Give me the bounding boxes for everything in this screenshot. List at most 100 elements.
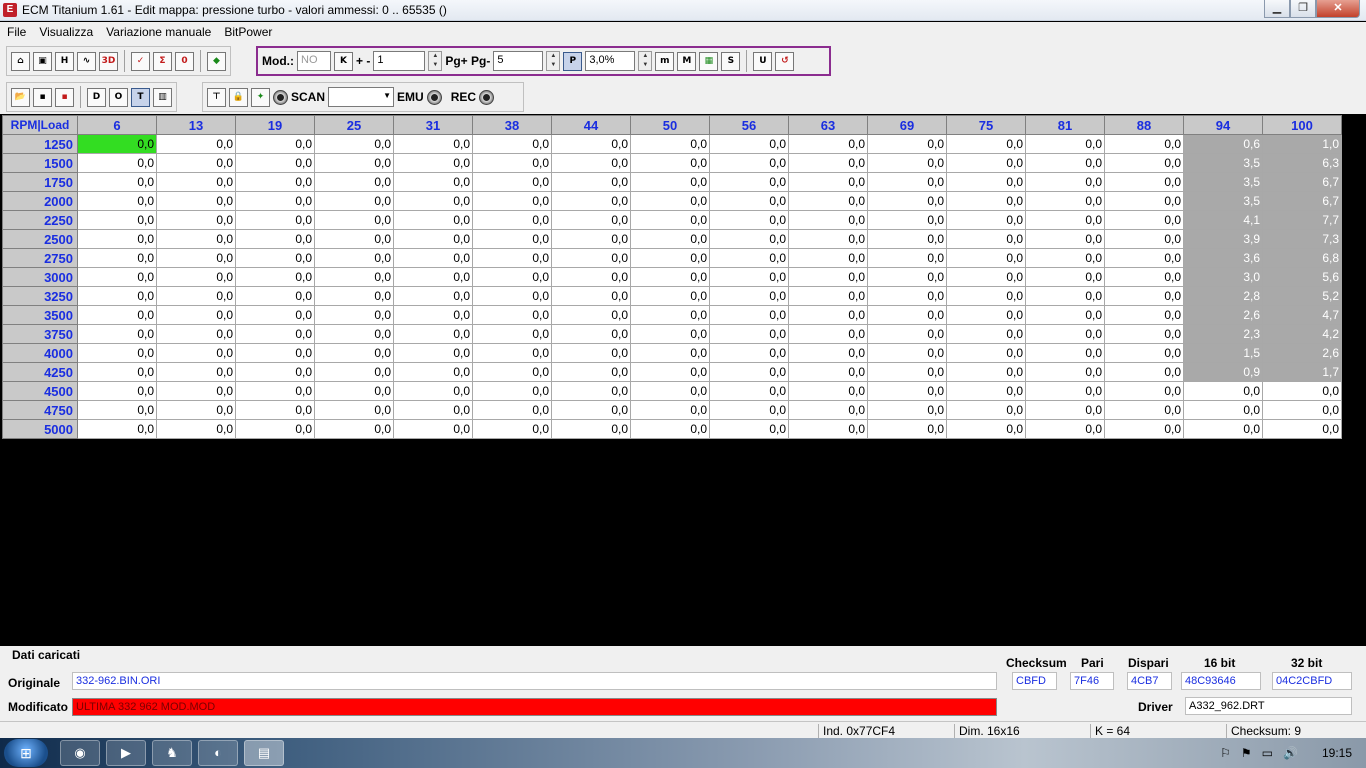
table-cell[interactable]: 0,0 xyxy=(1183,400,1263,420)
table-cell[interactable]: 0,0 xyxy=(393,229,473,249)
table-cell[interactable]: 0,0 xyxy=(393,172,473,192)
row-header[interactable]: 1500 xyxy=(2,153,78,173)
table-cell[interactable]: 0,0 xyxy=(551,400,631,420)
emu-radio[interactable] xyxy=(426,89,442,105)
table-cell[interactable]: 0,0 xyxy=(156,248,236,268)
table-cell[interactable]: 0,0 xyxy=(867,134,947,154)
table-cell[interactable]: 0,0 xyxy=(1104,400,1184,420)
table-cell[interactable]: 0,0 xyxy=(235,267,315,287)
table-cell[interactable]: 0,0 xyxy=(788,343,868,363)
table-cell[interactable]: 0,0 xyxy=(1025,210,1105,230)
table-cell[interactable]: 0,0 xyxy=(1025,134,1105,154)
percent-toggle-icon[interactable]: P xyxy=(563,51,583,71)
table-cell[interactable]: 0,0 xyxy=(946,324,1026,344)
table-cell[interactable]: 0,0 xyxy=(946,172,1026,192)
table-cell[interactable]: 0,0 xyxy=(551,172,631,192)
table-cell[interactable]: 0,0 xyxy=(788,153,868,173)
table-cell[interactable]: 0,0 xyxy=(235,400,315,420)
row-header[interactable]: 2250 xyxy=(2,210,78,230)
table-cell[interactable]: 0,0 xyxy=(630,210,710,230)
percent-input[interactable]: 3,0% xyxy=(585,51,636,71)
table-cell[interactable]: 0,9 xyxy=(1183,362,1263,382)
u-icon[interactable]: U xyxy=(753,51,773,71)
table-cell[interactable]: 0,0 xyxy=(1262,400,1342,420)
table-cell[interactable]: 0,0 xyxy=(156,286,236,306)
table-cell[interactable]: 0,0 xyxy=(867,343,947,363)
table-cell[interactable]: 0,0 xyxy=(1025,191,1105,211)
table-cell[interactable]: 0,0 xyxy=(788,324,868,344)
table-cell[interactable]: 4,1 xyxy=(1183,210,1263,230)
column-header[interactable]: 88 xyxy=(1104,115,1184,135)
table-cell[interactable]: 0,0 xyxy=(551,267,631,287)
table-cell[interactable]: 0,0 xyxy=(788,305,868,325)
table-cell[interactable]: 0,0 xyxy=(1104,286,1184,306)
table-cell[interactable]: 0,0 xyxy=(472,419,552,439)
table-cell[interactable]: 0,0 xyxy=(472,191,552,211)
table-cell[interactable]: 0,0 xyxy=(551,305,631,325)
menu-visualizza[interactable]: Visualizza xyxy=(32,25,99,39)
table-cell[interactable]: 3,5 xyxy=(1183,153,1263,173)
table-cell[interactable]: 0,0 xyxy=(867,267,947,287)
table-cell[interactable]: 0,0 xyxy=(156,191,236,211)
row-header[interactable]: 1750 xyxy=(2,172,78,192)
table-cell[interactable]: 0,0 xyxy=(472,210,552,230)
table-cell[interactable]: 0,0 xyxy=(314,324,394,344)
table-cell[interactable]: 0,0 xyxy=(630,381,710,401)
table-cell[interactable]: 0,0 xyxy=(472,267,552,287)
s-icon[interactable]: S xyxy=(721,51,741,71)
restore-button[interactable]: ❐ xyxy=(1290,0,1316,18)
row-header[interactable]: 2750 xyxy=(2,248,78,268)
table-cell[interactable]: 0,0 xyxy=(472,324,552,344)
table-cell[interactable]: 0,0 xyxy=(630,419,710,439)
lock-icon[interactable]: 🔒 xyxy=(229,87,248,107)
table-cell[interactable]: 0,0 xyxy=(393,191,473,211)
table-cell[interactable]: 6,7 xyxy=(1262,191,1342,211)
table-cell[interactable]: 0,0 xyxy=(788,191,868,211)
table-cell[interactable]: 0,0 xyxy=(156,267,236,287)
table-cell[interactable]: 0,0 xyxy=(551,419,631,439)
table-cell[interactable]: 0,0 xyxy=(1183,381,1263,401)
mod-field[interactable]: NO xyxy=(297,51,331,71)
table-cell[interactable]: 0,0 xyxy=(393,210,473,230)
table-cell[interactable]: 0,0 xyxy=(788,267,868,287)
table-cell[interactable]: 0,0 xyxy=(156,362,236,382)
table-cell[interactable]: 0,0 xyxy=(867,210,947,230)
table-cell[interactable]: 0,0 xyxy=(551,324,631,344)
row-header[interactable]: 4750 xyxy=(2,400,78,420)
table-cell[interactable]: 0,0 xyxy=(709,286,789,306)
table-cell[interactable]: 0,0 xyxy=(235,343,315,363)
m-lower-icon[interactable]: m xyxy=(655,51,675,71)
table-cell[interactable]: 0,0 xyxy=(314,267,394,287)
table-cell[interactable]: 3,5 xyxy=(1183,191,1263,211)
table-cell[interactable]: 0,0 xyxy=(235,362,315,382)
table-cell[interactable]: 0,0 xyxy=(551,343,631,363)
column-header[interactable]: 56 xyxy=(709,115,789,135)
table-cell[interactable]: 0,0 xyxy=(314,229,394,249)
hex-view-icon[interactable]: H xyxy=(55,51,74,71)
table-cell[interactable]: 0,0 xyxy=(314,210,394,230)
table-cell[interactable]: 0,0 xyxy=(314,153,394,173)
table-cell[interactable]: 0,0 xyxy=(788,172,868,192)
table-cell[interactable]: 0,0 xyxy=(709,248,789,268)
table-cell[interactable]: 0,0 xyxy=(1104,267,1184,287)
table-cell[interactable]: 0,0 xyxy=(630,400,710,420)
table-cell[interactable]: 0,0 xyxy=(709,324,789,344)
table-cell[interactable]: 0,0 xyxy=(946,153,1026,173)
table-cell[interactable]: 0,0 xyxy=(1104,248,1184,268)
table-cell[interactable]: 0,0 xyxy=(709,419,789,439)
column-header[interactable]: 94 xyxy=(1183,115,1263,135)
table-cell[interactable]: 0,0 xyxy=(946,248,1026,268)
table-cell[interactable]: 0,0 xyxy=(946,419,1026,439)
table-cell[interactable]: 0,0 xyxy=(235,172,315,192)
table-cell[interactable]: 0,0 xyxy=(867,400,947,420)
table-cell[interactable]: 0,0 xyxy=(472,362,552,382)
modified-file-field[interactable]: ULTIMA 332 962 MOD.MOD xyxy=(72,698,997,716)
table-cell[interactable]: 0,0 xyxy=(77,248,157,268)
table-cell[interactable]: 0,0 xyxy=(1262,381,1342,401)
column-header[interactable]: 25 xyxy=(314,115,394,135)
column-header[interactable]: 100 xyxy=(1262,115,1342,135)
table-cell[interactable]: 0,0 xyxy=(630,172,710,192)
table-cell[interactable]: 0,0 xyxy=(156,305,236,325)
table-cell[interactable]: 0,0 xyxy=(788,381,868,401)
column-header[interactable]: 31 xyxy=(393,115,473,135)
